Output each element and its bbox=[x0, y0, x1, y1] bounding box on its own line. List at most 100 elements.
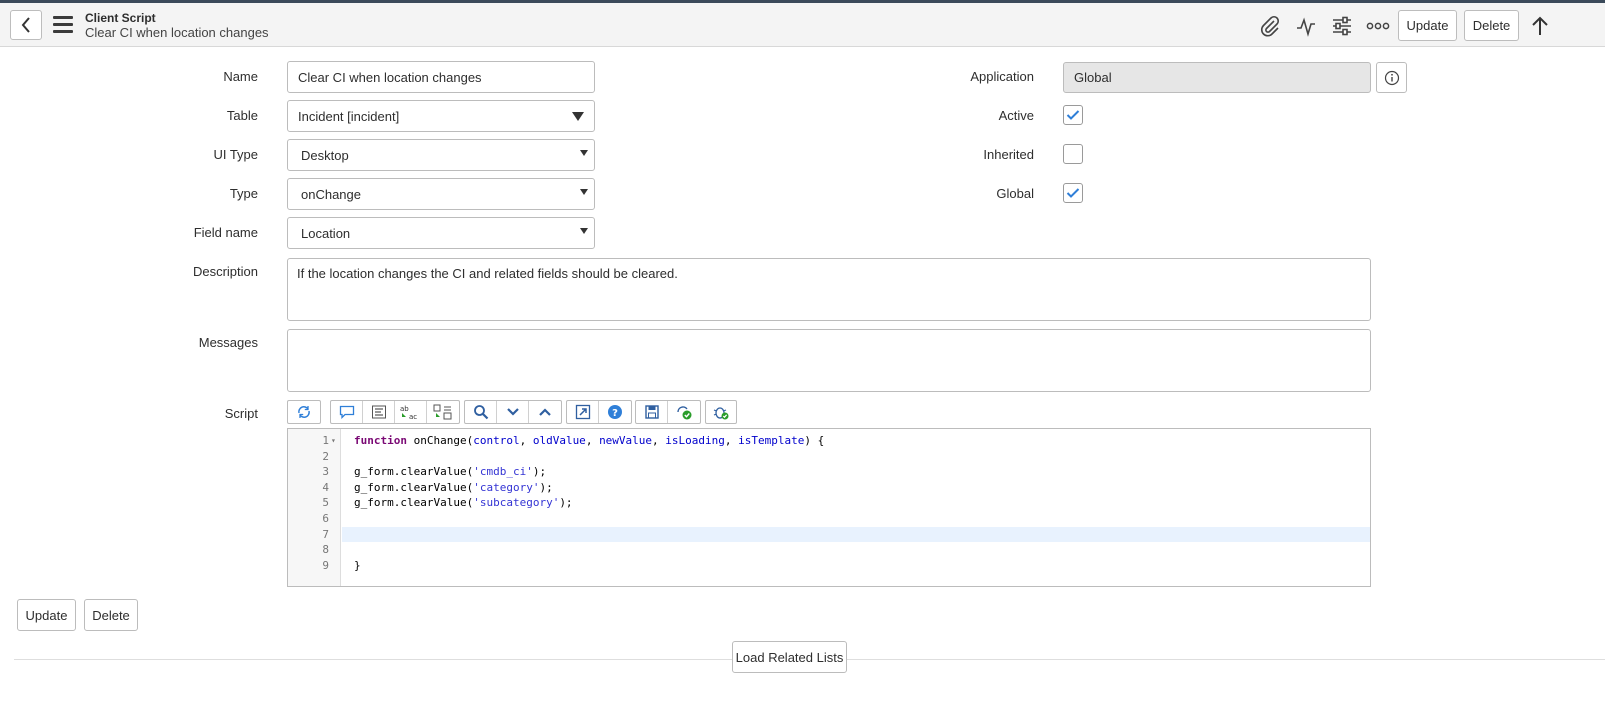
load-related-lists-button[interactable]: Load Related Lists bbox=[732, 641, 847, 673]
search-button[interactable] bbox=[465, 401, 497, 423]
svg-text:ab: ab bbox=[400, 405, 409, 413]
find-previous-icon bbox=[539, 408, 551, 416]
find-next-icon bbox=[506, 408, 519, 416]
toggle-syntax-button[interactable] bbox=[288, 401, 320, 423]
description-label: Description bbox=[192, 264, 258, 279]
more-icon[interactable] bbox=[1365, 13, 1391, 39]
checkmark-icon bbox=[1066, 188, 1080, 198]
code-text: g_form.clearValue('subcategory'); bbox=[354, 496, 573, 510]
name-field[interactable]: Clear CI when location changes bbox=[287, 61, 595, 93]
field-name-value: Location bbox=[301, 225, 351, 241]
code-line: 2 bbox=[288, 449, 1370, 465]
description-textarea[interactable]: If the location changes the CI and relat… bbox=[287, 258, 1371, 321]
type-value: onChange bbox=[301, 186, 361, 202]
name-value: Clear CI when location changes bbox=[298, 69, 482, 85]
replace-button[interactable]: ab ac bbox=[395, 401, 427, 423]
script-toolbar-group-5 bbox=[635, 400, 701, 424]
header-delete-button[interactable]: Delete bbox=[1464, 10, 1519, 41]
script-toolbar-group-2: ab ac bbox=[330, 400, 460, 424]
active-label: Active bbox=[998, 108, 1034, 123]
line-number: 5 bbox=[322, 496, 329, 510]
code-text: } bbox=[354, 558, 361, 572]
type-select[interactable]: onChange bbox=[287, 178, 595, 210]
arrow-up-icon[interactable] bbox=[1527, 13, 1553, 39]
help-icon: ? bbox=[608, 405, 622, 419]
ui-type-value: Desktop bbox=[301, 147, 349, 163]
script-toolbar-group-3 bbox=[464, 400, 562, 424]
menu-icon[interactable] bbox=[53, 16, 73, 33]
caret-down-icon bbox=[572, 112, 584, 121]
comment-icon bbox=[339, 405, 354, 419]
code-line: 3 g_form.clearValue('cmdb_ci'); bbox=[288, 464, 1370, 480]
fullscreen-button[interactable] bbox=[567, 401, 599, 423]
page-title: Client Script bbox=[85, 11, 156, 25]
fold-arrow-icon[interactable]: ▾ bbox=[331, 433, 336, 449]
caret-down-icon bbox=[580, 150, 588, 156]
line-number: 3 bbox=[322, 465, 329, 479]
header-update-button[interactable]: Update bbox=[1398, 10, 1457, 41]
code-text: function onChange(control, oldValue, new… bbox=[354, 434, 825, 447]
find-previous-button[interactable] bbox=[529, 401, 561, 423]
paperclip-icon[interactable] bbox=[1257, 13, 1283, 39]
script-toolbar-group-1 bbox=[287, 400, 321, 424]
format-button[interactable] bbox=[363, 401, 395, 423]
checkmark-icon bbox=[1066, 110, 1080, 120]
application-info-button[interactable] bbox=[1376, 62, 1407, 93]
update-button[interactable]: Update bbox=[17, 599, 76, 631]
active-checkbox[interactable] bbox=[1063, 105, 1083, 125]
fullscreen-icon bbox=[575, 404, 590, 420]
toggle-syntax-icon bbox=[298, 406, 310, 418]
help-button[interactable]: ? bbox=[599, 401, 631, 423]
code-line: 4 g_form.clearValue('category'); bbox=[288, 480, 1370, 496]
ui-type-label: UI Type bbox=[213, 147, 258, 162]
delete-button[interactable]: Delete bbox=[84, 599, 138, 631]
sliders-icon[interactable] bbox=[1329, 13, 1355, 39]
caret-down-icon bbox=[580, 189, 588, 195]
svg-text:ac: ac bbox=[409, 413, 417, 420]
info-icon bbox=[1384, 70, 1399, 85]
back-button[interactable] bbox=[10, 10, 42, 40]
code-line: 9 } bbox=[288, 558, 1370, 574]
global-checkbox[interactable] bbox=[1063, 183, 1083, 203]
inherited-label: Inherited bbox=[983, 147, 1034, 162]
messages-textarea[interactable] bbox=[287, 329, 1371, 392]
field-name-select[interactable]: Location bbox=[287, 217, 595, 249]
find-next-button[interactable] bbox=[497, 401, 529, 423]
field-name-label: Field name bbox=[193, 225, 258, 240]
script-label: Script bbox=[224, 406, 258, 421]
application-field: Global bbox=[1063, 62, 1371, 93]
save-script-button[interactable] bbox=[636, 401, 668, 423]
line-number: 8 bbox=[322, 543, 329, 557]
script-editor[interactable]: 1 ▾ function onChange(control, oldValue,… bbox=[287, 428, 1371, 587]
table-select[interactable]: Incident [incident] bbox=[287, 100, 595, 132]
comment-button[interactable] bbox=[331, 401, 363, 423]
code-line: 1 ▾ function onChange(control, oldValue,… bbox=[288, 433, 1370, 449]
type-label: Type bbox=[229, 186, 258, 201]
debug-button[interactable] bbox=[706, 401, 736, 423]
line-number: 2 bbox=[322, 449, 329, 463]
replace-all-icon bbox=[433, 404, 452, 420]
code-line: 7 bbox=[288, 527, 341, 543]
ui-type-select[interactable]: Desktop bbox=[287, 139, 595, 171]
table-value: Incident [incident] bbox=[298, 108, 400, 124]
line-number: 9 bbox=[322, 558, 329, 572]
global-label: Global bbox=[996, 186, 1034, 201]
inherited-checkbox[interactable] bbox=[1063, 144, 1083, 164]
activity-icon[interactable] bbox=[1293, 13, 1319, 39]
messages-label: Messages bbox=[198, 335, 258, 350]
name-label: Name bbox=[223, 69, 258, 84]
line-number: 7 bbox=[322, 527, 329, 541]
form-header: Client Script Clear CI when location cha… bbox=[0, 3, 1605, 47]
search-icon bbox=[473, 405, 488, 420]
table-label: Table bbox=[226, 108, 258, 123]
code-line: 8 bbox=[288, 542, 1370, 558]
check-syntax-button[interactable] bbox=[668, 401, 700, 423]
caret-down-icon bbox=[580, 228, 588, 234]
code-line: 5 g_form.clearValue('subcategory'); bbox=[288, 495, 1370, 511]
code-text: g_form.clearValue('category'); bbox=[354, 480, 553, 494]
replace-all-button[interactable] bbox=[427, 401, 459, 423]
save-icon bbox=[644, 405, 659, 419]
svg-text:?: ? bbox=[612, 408, 618, 419]
debug-icon bbox=[713, 407, 729, 420]
script-toolbar-group-4: ? bbox=[566, 400, 632, 424]
